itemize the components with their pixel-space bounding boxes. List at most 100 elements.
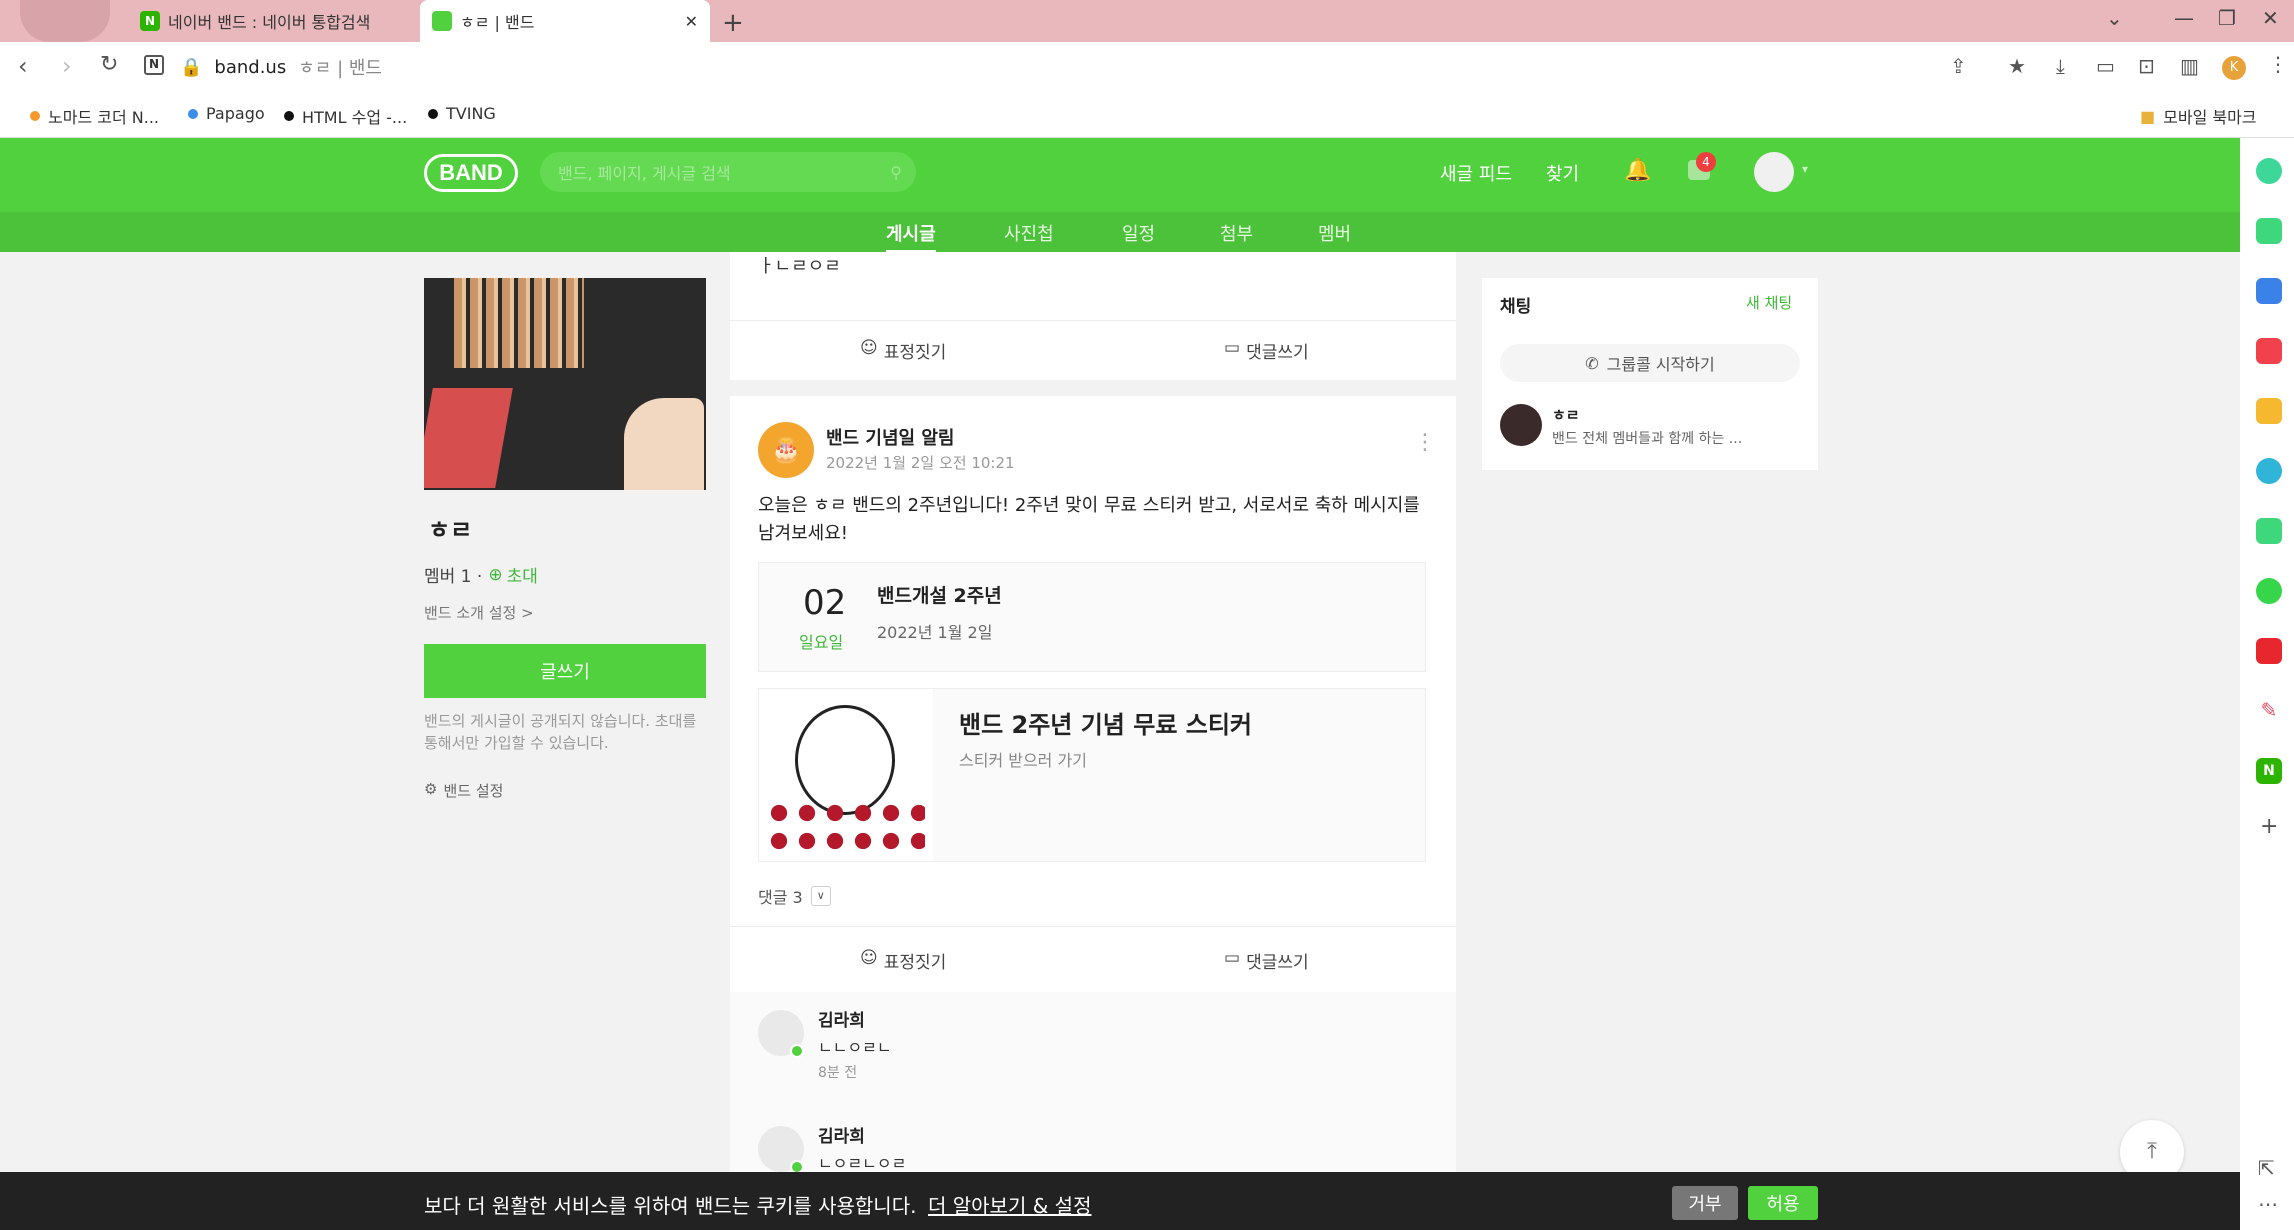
- chevron-down-icon[interactable]: ▾: [1802, 162, 1808, 176]
- bookmark-dot-icon: [30, 111, 40, 121]
- reload-icon[interactable]: ↻: [100, 52, 118, 77]
- band-settings-link[interactable]: ⚙ 밴드 설정: [424, 780, 503, 801]
- cover-book: [424, 388, 513, 488]
- download-icon[interactable]: ⤓: [2056, 54, 2065, 78]
- search-placeholder: 밴드, 페이지, 게시글 검색: [558, 164, 731, 183]
- bookmark-dot-icon: [428, 108, 438, 119]
- sticker-title: 밴드 2주년 기념 무료 스티커: [959, 711, 1253, 739]
- plus-circle-icon: ⊕: [488, 564, 503, 585]
- calendar-icon[interactable]: [2256, 278, 2282, 304]
- search-icon[interactable]: ⚲: [890, 163, 902, 182]
- sidebar-app-icon[interactable]: [2256, 458, 2282, 484]
- comment-label: 댓글쓰기: [1246, 343, 1309, 363]
- profile-avatar-decoration: [20, 0, 110, 42]
- comments-toggle[interactable]: 댓글 3 ∨: [758, 884, 831, 908]
- sidebar-app-icon[interactable]: [2256, 158, 2282, 184]
- forward-icon[interactable]: ›: [62, 52, 72, 80]
- back-icon[interactable]: ‹: [18, 52, 28, 80]
- pen-icon[interactable]: ✎: [2256, 698, 2282, 724]
- add-icon[interactable]: +: [2260, 814, 2278, 839]
- react-button[interactable]: ☺ 표정짓기: [860, 338, 946, 363]
- minimize-button[interactable]: —: [2174, 6, 2194, 30]
- menu-icon[interactable]: ⋮: [2268, 52, 2288, 76]
- tab-naver-search[interactable]: N 네이버 밴드 : 네이버 통합검색: [128, 0, 418, 42]
- sidebar-app-icon[interactable]: [2256, 518, 2282, 544]
- comment-time: 8분 전: [818, 1065, 858, 1081]
- split-view-icon[interactable]: ▥: [2180, 54, 2199, 78]
- bookmark-label: HTML 수업 -...: [302, 108, 408, 127]
- react-label: 표정짓기: [883, 343, 947, 363]
- band-name: ㅎㄹ: [428, 516, 473, 544]
- invite-link[interactable]: ⊕ 초대: [488, 562, 538, 588]
- comment-button[interactable]: ▭ 댓글쓰기: [1224, 948, 1309, 973]
- sidebar-app-icon[interactable]: [2256, 338, 2282, 364]
- smile-icon: ☺: [860, 338, 878, 358]
- band-tabs: [0, 212, 2240, 252]
- cookie-text: 보다 더 원활한 서비스를 위하여 밴드는 쿠키를 사용합니다.: [424, 1194, 917, 1218]
- new-feed-link[interactable]: 새글 피드: [1440, 160, 1512, 186]
- comment-icon: ▭: [1224, 338, 1241, 358]
- external-link-icon[interactable]: ⇱: [2258, 1156, 2275, 1180]
- tab-band[interactable]: ㅎㄹ | 밴드 ✕: [420, 0, 710, 42]
- event-card[interactable]: 02 일요일 밴드개설 2주년 2022년 1월 2일: [758, 562, 1426, 672]
- previous-post: ㅏㄴㄹㅇㄹ ☺ 표정짓기 ▭ 댓글쓰기: [730, 252, 1456, 380]
- star-icon[interactable]: [2256, 398, 2282, 424]
- profile-icon[interactable]: K: [2222, 56, 2246, 80]
- new-tab-button[interactable]: +: [722, 8, 744, 38]
- commenter-name[interactable]: 김라희: [818, 1122, 865, 1147]
- share-icon[interactable]: ⇪: [1950, 54, 1967, 78]
- chat-title: 채팅: [1500, 297, 1532, 317]
- sidebar-app-icon[interactable]: [2256, 218, 2282, 244]
- sidebar-app-icon[interactable]: [2256, 578, 2282, 604]
- extension-icon[interactable]: ★: [2008, 54, 2026, 78]
- bell-icon[interactable]: 🔔: [1624, 158, 1651, 183]
- tab-photos[interactable]: 사진첩: [1004, 220, 1054, 246]
- tab-attachments[interactable]: 첨부: [1220, 220, 1253, 246]
- naver-favicon-icon: N: [140, 11, 160, 31]
- naver-icon[interactable]: N: [2256, 758, 2282, 784]
- intro-settings-link[interactable]: 밴드 소개 설정 >: [424, 602, 534, 623]
- divider: [730, 320, 1456, 321]
- bookmark-tving[interactable]: TVING: [428, 104, 496, 123]
- url-field[interactable]: 🔒 band.us ㅎㄹ | 밴드: [180, 48, 2080, 86]
- find-link[interactable]: 찾기: [1546, 160, 1579, 186]
- react-button[interactable]: ☺ 표정짓기: [860, 948, 946, 973]
- cover-hand: [624, 398, 704, 490]
- tab-search-icon[interactable]: ⌄: [2106, 6, 2123, 30]
- cookie-accept-button[interactable]: 허용: [1748, 1186, 1818, 1220]
- user-avatar[interactable]: [1754, 152, 1794, 192]
- tab-close-icon[interactable]: ✕: [685, 12, 698, 31]
- cookie-reject-button[interactable]: 거부: [1672, 1186, 1738, 1220]
- youtube-icon[interactable]: [2256, 638, 2282, 664]
- commenter-name[interactable]: 김라희: [818, 1006, 865, 1031]
- bookmark-label: TVING: [446, 104, 496, 123]
- bookmark-html[interactable]: HTML 수업 -...: [284, 104, 407, 128]
- bookmark-nomad[interactable]: 노마드 코더 N...: [30, 104, 159, 128]
- cookie-settings-link[interactable]: 더 알아보기 & 설정: [928, 1190, 1091, 1219]
- bookmark-mobile-folder[interactable]: ■ 모바일 북마크: [2140, 104, 2257, 128]
- post-more-icon[interactable]: ⋮: [1414, 430, 1436, 455]
- lock-icon: 🔒: [180, 56, 203, 78]
- tab-schedule[interactable]: 일정: [1122, 220, 1155, 246]
- start-group-call-button[interactable]: ✆ 그룹콜 시작하기: [1500, 344, 1800, 382]
- comment-button[interactable]: ▭ 댓글쓰기: [1224, 338, 1309, 363]
- bookmark-papago[interactable]: Papago: [188, 104, 265, 123]
- band-search-input[interactable]: 밴드, 페이지, 게시글 검색 ⚲: [540, 152, 916, 192]
- naver-whale-icon[interactable]: N: [144, 55, 164, 75]
- cast-icon[interactable]: ▭: [2096, 54, 2115, 78]
- tab-posts[interactable]: 게시글: [886, 220, 936, 253]
- sticker-card[interactable]: 밴드 2주년 기념 무료 스티커 스티커 받으러 가기: [758, 688, 1426, 862]
- tab-members[interactable]: 멤버: [1318, 220, 1351, 246]
- close-window-button[interactable]: ✕: [2262, 6, 2279, 30]
- new-chat-link[interactable]: 새 채팅: [1746, 292, 1792, 313]
- post-author[interactable]: 밴드 기념일 알림: [826, 424, 954, 450]
- restore-button[interactable]: ❐: [2218, 6, 2236, 30]
- chat-item[interactable]: ㅎㄹ 밴드 전체 멤버들과 함께 하는 ...: [1500, 402, 1800, 452]
- comment-text: ㄴㄴㅇㄹㄴ: [818, 1038, 892, 1057]
- comments-count: 댓글 3: [758, 888, 803, 907]
- band-logo[interactable]: BAND: [424, 154, 518, 192]
- screenshot-icon[interactable]: ⊡: [2138, 54, 2155, 78]
- more-icon[interactable]: ⋯: [2258, 1192, 2278, 1216]
- phone-icon: ✆: [1585, 353, 1599, 373]
- write-button[interactable]: 글쓰기: [424, 644, 706, 698]
